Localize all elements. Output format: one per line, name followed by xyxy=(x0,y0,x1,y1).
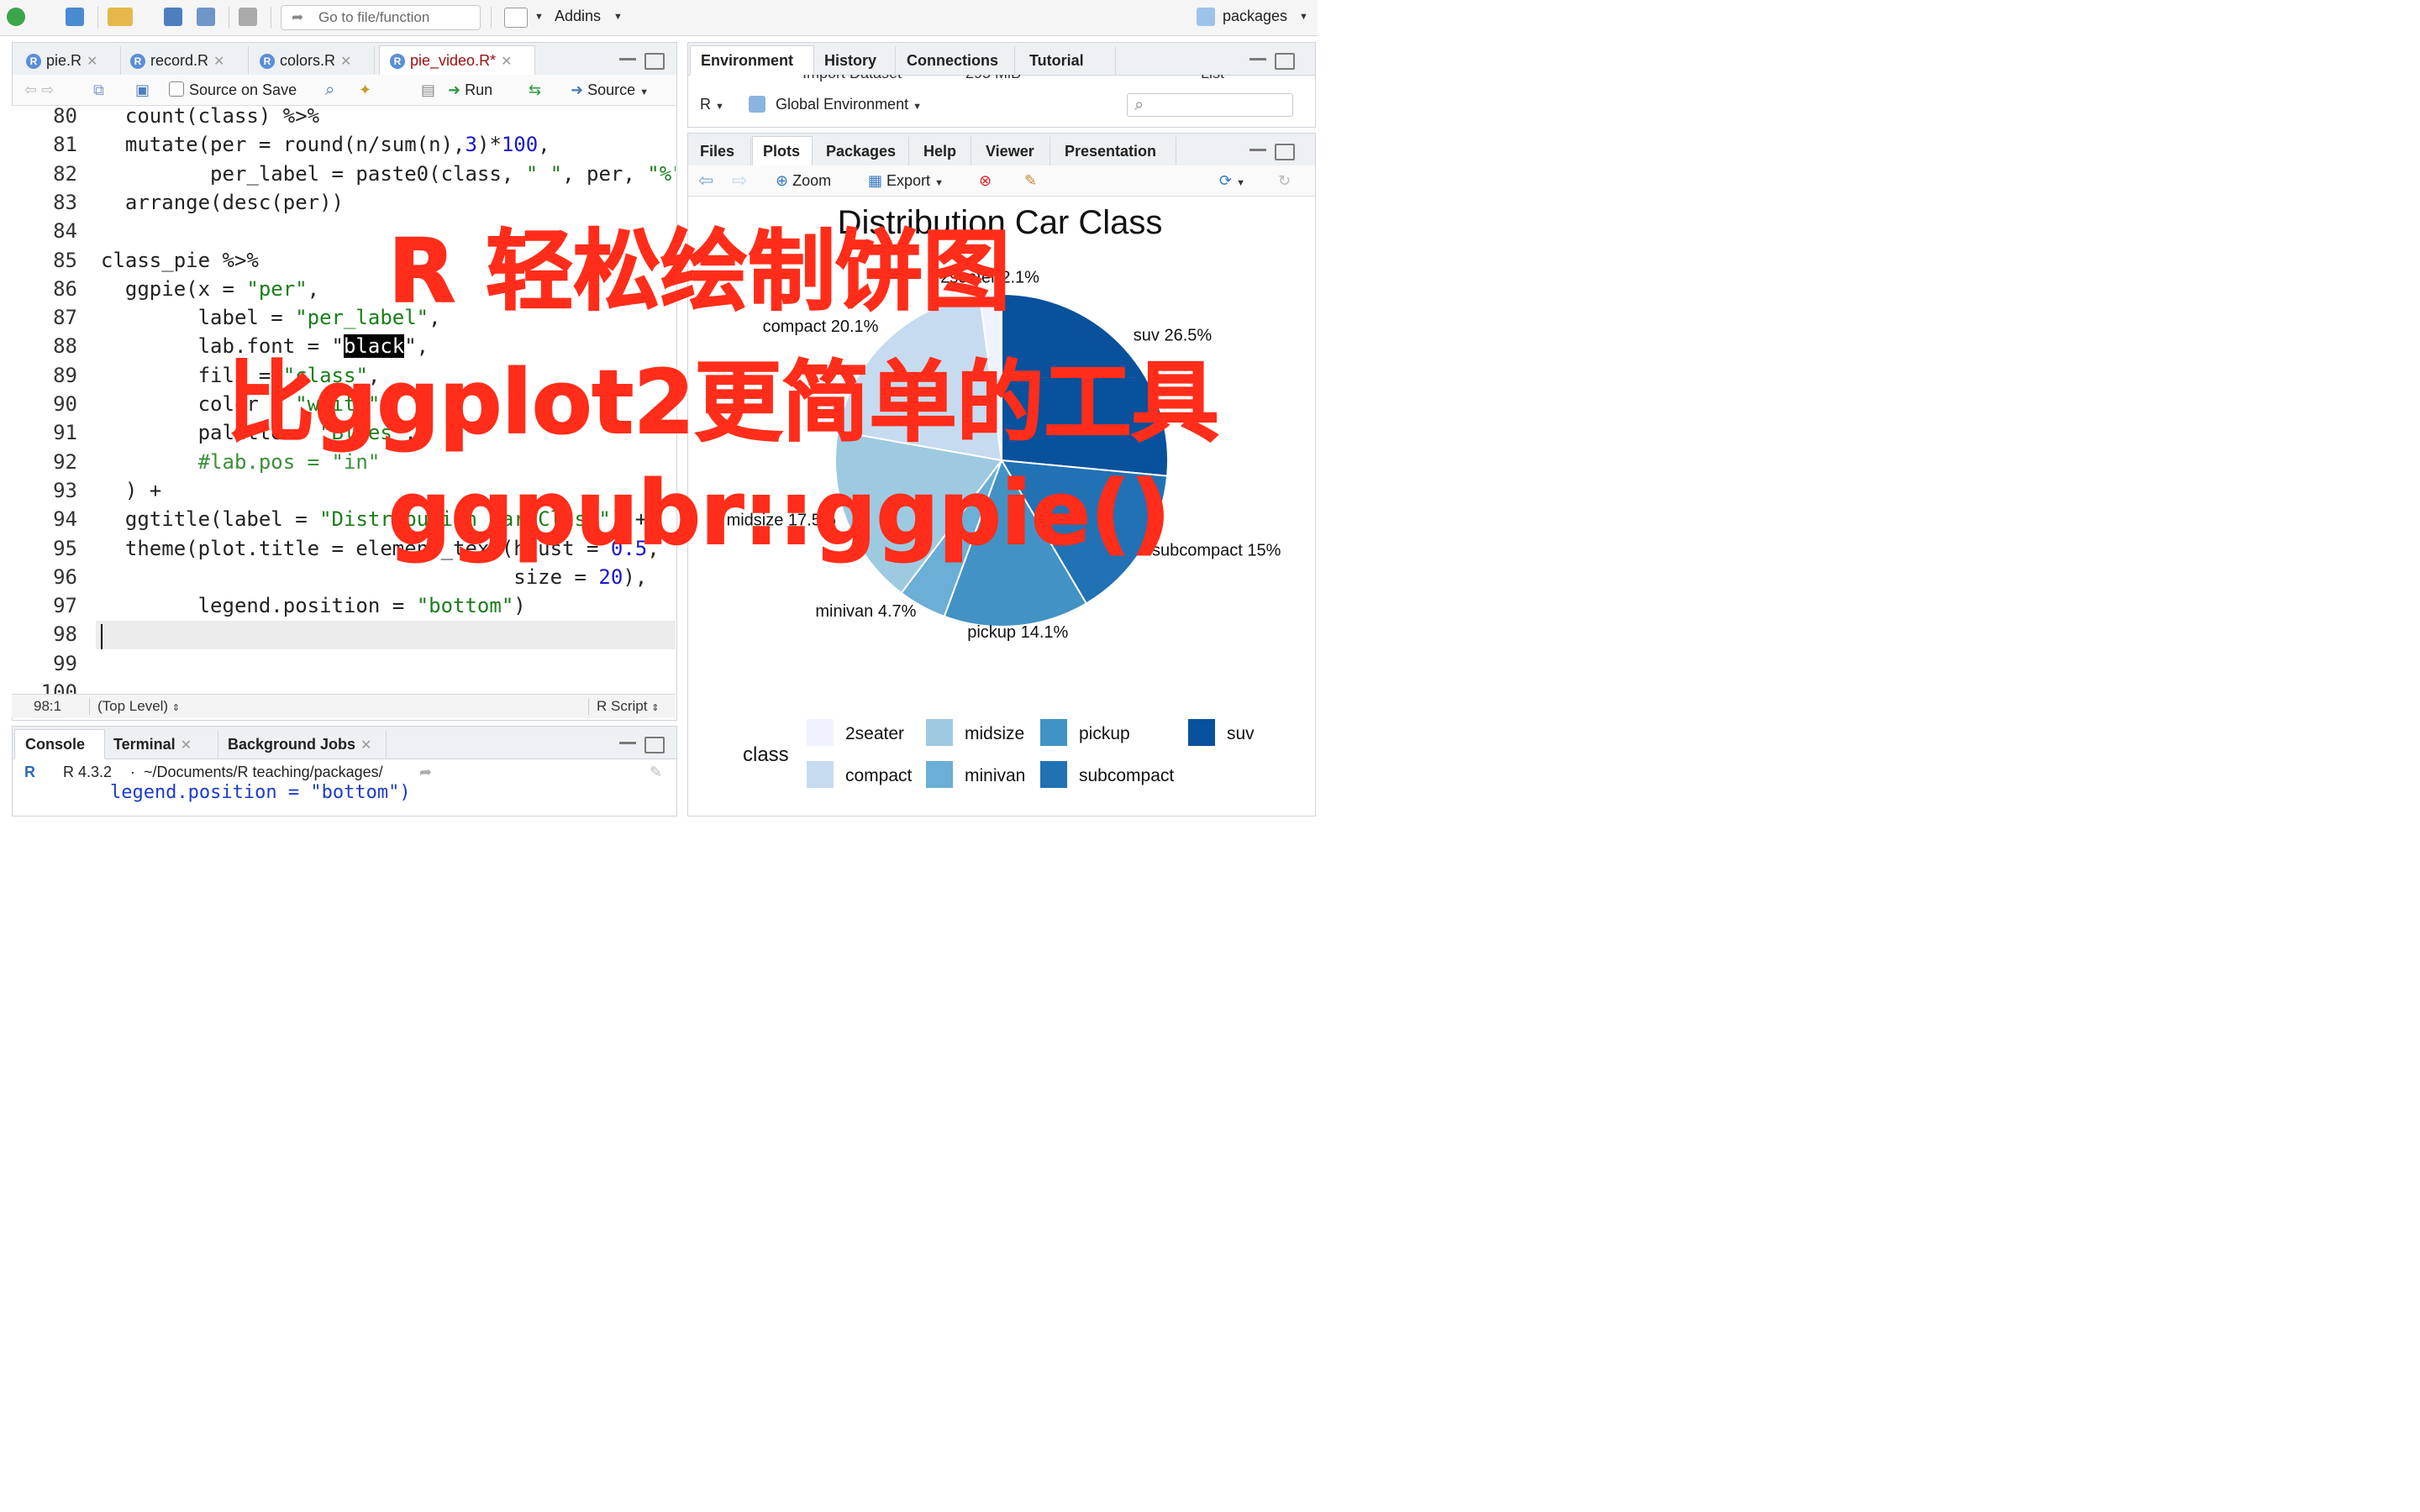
code-line: ggpie(x = "per", xyxy=(101,276,320,301)
memory-usage: 295 MiB xyxy=(965,75,1021,82)
tab-viewer[interactable]: Viewer xyxy=(976,137,1050,165)
environment-scope-bar: R ▼ Global Environment ▼ ⌕ xyxy=(688,88,1315,120)
tab-packages[interactable]: Packages xyxy=(816,137,909,165)
code-line: size = 20), xyxy=(101,564,648,589)
search-icon: ⌕ xyxy=(1134,96,1144,114)
maximize-icon[interactable] xyxy=(644,737,665,753)
maximize-icon[interactable] xyxy=(1275,53,1295,70)
console-tabbar: Console Terminal ✕ Background Jobs ✕ xyxy=(13,727,676,759)
code-line: per_label = paste0(class, " ", per, "%" xyxy=(101,161,676,186)
tab-environment[interactable]: Environment xyxy=(690,45,814,76)
tab-background-jobs[interactable]: Background Jobs ✕ xyxy=(218,730,387,759)
text-cursor xyxy=(101,624,103,650)
export-menu[interactable]: ▦ Export ▼ xyxy=(868,165,944,198)
sync-icon[interactable]: ⟳ ▼ xyxy=(1219,165,1245,198)
pie-label-minivan: minivan 4.7% xyxy=(815,602,916,621)
editor-status-bar: 98:1 (Top Level) ⇕ R Script ⇕ xyxy=(12,694,676,718)
environment-icon xyxy=(749,96,765,113)
tab-plots[interactable]: Plots xyxy=(752,136,813,166)
overlay-title-line-1: R 轻松绘制饼图 xyxy=(387,219,1011,323)
current-line-highlight xyxy=(96,621,676,650)
code-line: class_pie %>% xyxy=(101,248,259,272)
legend-swatch-subcompact xyxy=(1040,761,1067,788)
view-mode-menu[interactable]: List xyxy=(1201,75,1224,82)
cursor-position: 98:1 xyxy=(34,698,62,714)
maximize-icon[interactable] xyxy=(1275,144,1295,160)
import-dataset-menu[interactable]: Import Dataset xyxy=(802,75,902,82)
code-line: mutate(per = round(n/sum(n),3)*100, xyxy=(101,133,550,157)
legend-swatch-minivan xyxy=(926,761,953,788)
environment-tabbar: Environment History Connections Tutorial xyxy=(688,43,1315,76)
code-line: ) + xyxy=(101,478,162,502)
remove-plot-icon[interactable]: ⊗ xyxy=(979,165,992,196)
environment-selector[interactable]: Global Environment ▼ xyxy=(776,88,922,123)
overlay-title-line-3: ggpubr::ggpie() xyxy=(387,461,1171,565)
code-line: legend.position = "bottom") xyxy=(101,594,526,618)
language-selector[interactable]: R ▼ xyxy=(700,88,724,123)
console-pane: Console Terminal ✕ Background Jobs ✕ R R 4… xyxy=(12,726,677,816)
legend-swatch-suv xyxy=(1188,719,1215,746)
zoom-button[interactable]: ⊕ Zoom xyxy=(776,165,831,196)
legend-swatch-2seater xyxy=(807,719,834,746)
tab-console[interactable]: Console xyxy=(14,729,105,759)
legend-swatch-pickup xyxy=(1040,719,1067,746)
minimize-icon[interactable] xyxy=(1249,55,1266,60)
tab-terminal[interactable]: Terminal ✕ xyxy=(103,730,218,759)
console-output[interactable]: legend.position = "bottom") xyxy=(21,782,668,807)
legend-title: class xyxy=(743,743,789,766)
tab-history[interactable]: History xyxy=(814,46,896,75)
code-line: count(class) %>% xyxy=(101,104,320,128)
tab-tutorial[interactable]: Tutorial xyxy=(1019,46,1116,75)
legend-label-minivan: minivan xyxy=(965,766,1025,785)
legend-label-2seater: 2seater xyxy=(845,724,904,743)
scope-selector[interactable]: (Top Level) ⇕ xyxy=(97,695,180,720)
environment-toolbar-clipped: Import Dataset 295 MiB List xyxy=(688,75,1315,85)
minimize-icon[interactable] xyxy=(619,738,636,744)
legend-label-midsize: midsize xyxy=(965,724,1024,743)
legend-label-subcompact: subcompact xyxy=(1079,766,1174,785)
project-menu[interactable]: packages xyxy=(1223,8,1287,25)
clear-plots-broom-icon[interactable]: ✎ xyxy=(1024,165,1037,196)
minimize-icon[interactable] xyxy=(1249,145,1266,151)
file-type-selector[interactable]: R Script ⇕ xyxy=(597,695,659,720)
overlay-title-line-2: 比ggplot2更简单的工具 xyxy=(226,350,1220,454)
files-tabbar: Files Plots Packages Help Viewer Present… xyxy=(688,134,1315,166)
legend-label-suv: suv xyxy=(1227,724,1255,743)
environment-pane: Environment History Connections Tutorial… xyxy=(687,42,1316,128)
zoom-icon: ⊕ xyxy=(776,172,789,189)
pie-label-subcompact: subcompact 15% xyxy=(1152,542,1281,560)
close-icon[interactable]: ✕ xyxy=(181,738,192,753)
next-plot-icon[interactable]: ⇨ xyxy=(732,165,747,196)
export-icon: ▦ xyxy=(868,172,883,189)
legend-swatch-midsize xyxy=(926,719,953,746)
tab-help[interactable]: Help xyxy=(913,137,971,165)
close-icon[interactable]: ✕ xyxy=(360,738,371,753)
code-line: arrange(desc(per)) xyxy=(101,190,344,214)
pie-label-pickup: pickup 14.1% xyxy=(967,623,1068,642)
legend-label-compact: compact xyxy=(845,766,913,785)
tab-files[interactable]: Files xyxy=(690,137,751,165)
previous-plot-icon[interactable]: ⇦ xyxy=(698,165,713,196)
tab-presentation[interactable]: Presentation xyxy=(1055,137,1176,165)
refresh-icon[interactable]: ↻ xyxy=(1278,165,1291,196)
project-icon xyxy=(1197,8,1215,26)
environment-search-input[interactable]: ⌕ xyxy=(1127,93,1293,117)
legend-swatch-compact xyxy=(807,761,834,788)
tab-connections[interactable]: Connections xyxy=(897,46,1015,75)
legend-label-pickup: pickup xyxy=(1079,724,1130,743)
plots-toolbar: ⇦ ⇨ ⊕ Zoom ▦ Export ▼ ⊗ ✎ ⟳ ▼ ↻ xyxy=(688,165,1315,197)
